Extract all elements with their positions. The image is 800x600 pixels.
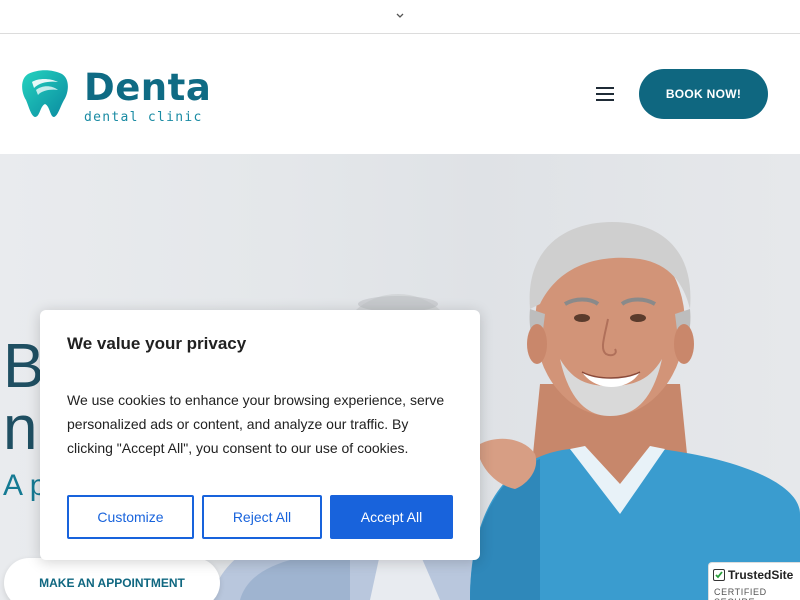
- trust-badge-name: TrustedSite: [728, 568, 794, 582]
- trust-badge-sub: CERTIFIED SECURE: [714, 587, 767, 600]
- top-bar: [0, 0, 800, 34]
- trusted-site-badge[interactable]: TrustedSite CERTIFIED SECURE: [708, 562, 800, 600]
- cookie-message: We use cookies to enhance your browsing …: [67, 392, 445, 456]
- accept-all-button[interactable]: Accept All: [330, 495, 453, 539]
- cookie-title: We value your privacy: [67, 334, 247, 353]
- brand-name: Denta: [84, 66, 212, 109]
- brand-tagline: dental clinic: [84, 110, 203, 125]
- checkmark-icon: [713, 569, 725, 581]
- site-header: Denta dental clinic BOOK NOW!: [0, 34, 800, 154]
- tooth-logo-icon: [22, 70, 68, 117]
- book-now-button[interactable]: BOOK NOW!: [639, 69, 768, 119]
- reject-all-button[interactable]: Reject All: [202, 495, 322, 539]
- make-appointment-button[interactable]: MAKE AN APPOINTMENT: [4, 558, 220, 600]
- logo[interactable]: Denta dental clinic: [20, 66, 212, 125]
- cookie-consent-dialog: We value your privacy We use cookies to …: [40, 310, 480, 560]
- chevron-down-icon[interactable]: [394, 9, 406, 23]
- customize-button[interactable]: Customize: [67, 495, 194, 539]
- hamburger-icon[interactable]: [596, 87, 614, 101]
